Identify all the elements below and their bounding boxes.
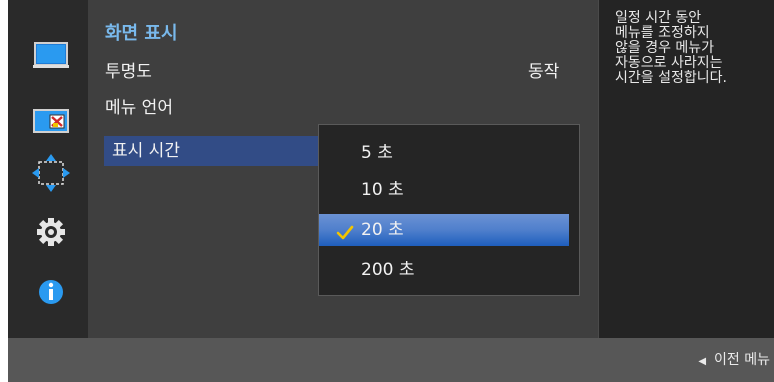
osd-menu: 화면 표시 투명도 동작 메뉴 언어 표시 시간 5 초 10 초 20 초 2… xyxy=(8,0,774,382)
option-200-seconds[interactable]: 200 초 xyxy=(319,254,569,286)
option-label: 200 초 xyxy=(361,260,415,280)
option-5-seconds[interactable]: 5 초 xyxy=(319,137,569,169)
monitor-icon[interactable] xyxy=(31,40,71,80)
menu-panel: 화면 표시 투명도 동작 메뉴 언어 표시 시간 5 초 10 초 20 초 2… xyxy=(88,0,598,338)
option-label: 20 초 xyxy=(361,220,404,240)
menu-item-transparency[interactable]: 투명도 xyxy=(105,57,152,87)
back-button[interactable]: ◀ 이전 메뉴 xyxy=(698,338,770,382)
option-label: 10 초 xyxy=(361,180,404,200)
option-10-seconds[interactable]: 10 초 xyxy=(319,174,569,206)
gear-icon[interactable] xyxy=(31,212,71,252)
picture-in-picture-icon[interactable] xyxy=(31,100,71,140)
option-label: 5 초 xyxy=(361,143,393,163)
display-time-dropdown[interactable]: 5 초 10 초 20 초 200 초 xyxy=(318,124,580,296)
menu-item-language[interactable]: 메뉴 언어 xyxy=(105,93,173,123)
menu-title: 화면 표시 xyxy=(105,23,178,44)
menu-item-display-time[interactable]: 표시 시간 xyxy=(112,136,180,166)
help-text: 일정 시간 동안 메뉴를 조정하지 않을 경우 메뉴가 자동으로 사라지는 시간… xyxy=(615,10,727,86)
transparency-value: 동작 xyxy=(528,62,560,82)
triangle-left-icon: ◀ xyxy=(698,356,707,367)
back-label: 이전 메뉴 xyxy=(714,352,770,368)
bottom-bar: ◀ 이전 메뉴 xyxy=(8,338,774,382)
category-sidebar xyxy=(8,0,88,338)
checkmark-icon xyxy=(336,221,354,240)
option-20-seconds[interactable]: 20 초 xyxy=(319,214,569,246)
info-icon[interactable] xyxy=(31,272,71,312)
help-panel: 일정 시간 동안 메뉴를 조정하지 않을 경우 메뉴가 자동으로 사라지는 시간… xyxy=(598,0,774,338)
move-arrows-icon[interactable] xyxy=(31,153,71,193)
